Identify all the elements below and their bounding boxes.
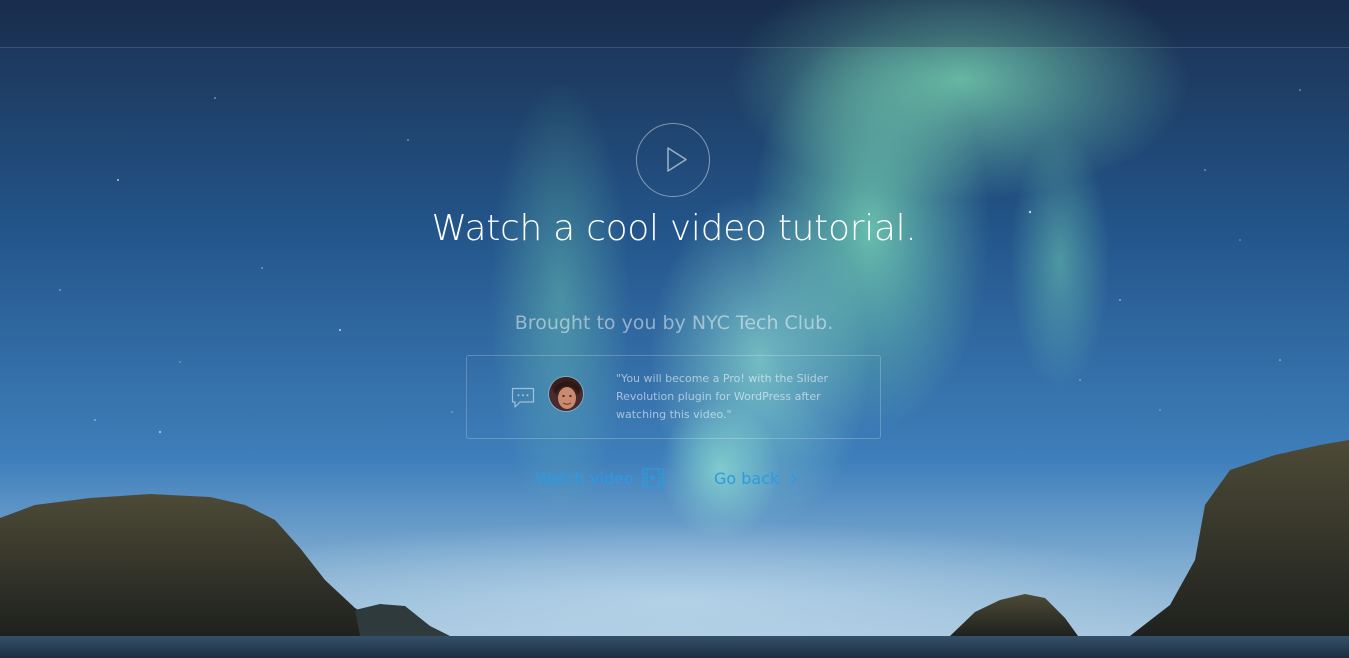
top-navigation-bar: [0, 0, 1349, 48]
testimonial-card: "You will become a Pro! with the Slider …: [466, 355, 881, 439]
go-back-link[interactable]: Go back: [714, 468, 799, 490]
play-icon: [667, 147, 687, 172]
avatar: [548, 376, 584, 412]
play-video-button[interactable]: [636, 123, 710, 197]
avatar-image: [549, 377, 583, 411]
testimonial-quote: "You will become a Pro! with the Slider …: [616, 372, 829, 421]
film-icon: [642, 468, 664, 488]
chevron-right-icon: [791, 473, 798, 484]
watch-video-link[interactable]: Watch video: [535, 468, 664, 490]
page-title: Watch a cool video tutorial.: [431, 208, 917, 249]
chat-bubble-icon: [511, 387, 535, 408]
go-back-label: Go back: [714, 469, 780, 488]
watch-video-label: Watch video: [535, 469, 634, 488]
page-subtitle: Brought to you by NYC Tech Club.: [514, 312, 834, 334]
